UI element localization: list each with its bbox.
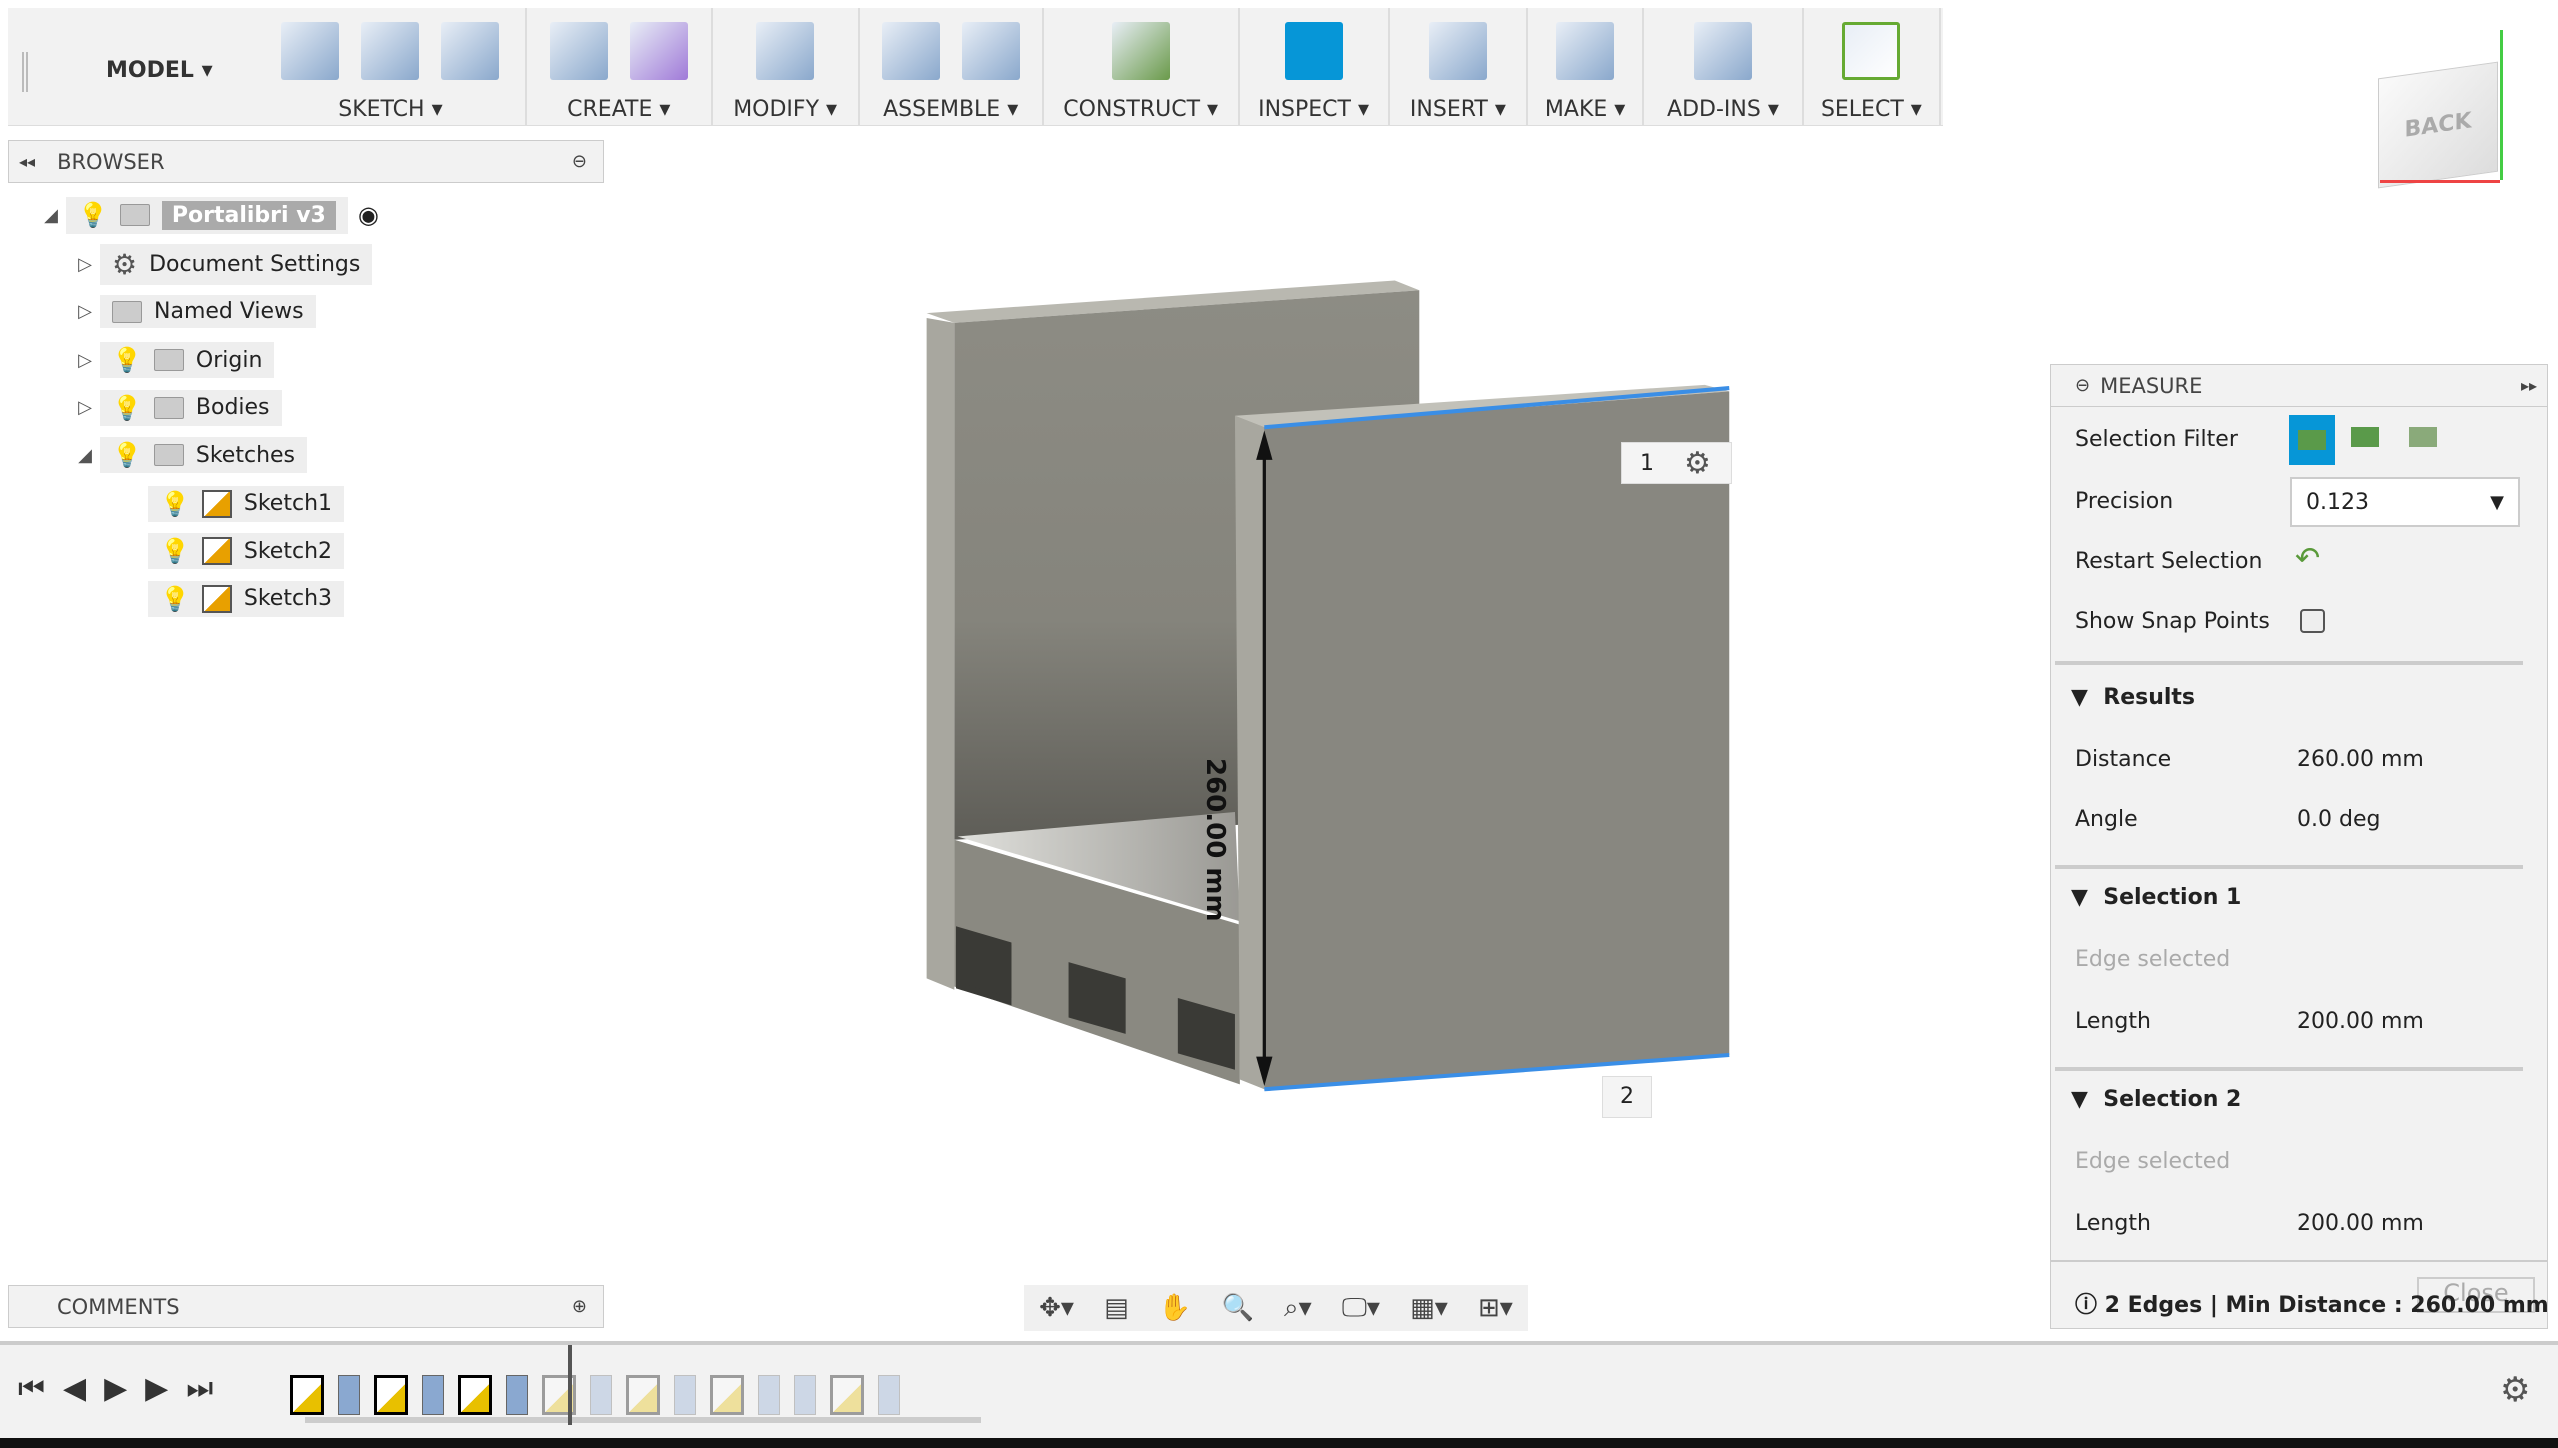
timeline-extrude-icon[interactable] <box>338 1375 360 1415</box>
timeline-extrude-icon[interactable] <box>422 1375 444 1415</box>
comments-panel: COMMENTS ⊕ <box>8 1285 604 1328</box>
timeline-sketch-icon[interactable] <box>710 1375 744 1415</box>
timeline-sketch-icon[interactable] <box>290 1375 324 1415</box>
edge-filter-icon <box>2298 430 2326 450</box>
distance-label: Distance <box>2075 747 2172 772</box>
last-icon[interactable]: ⏭ <box>186 1371 231 1406</box>
grid-icon[interactable]: ▦▾ <box>1410 1293 1448 1323</box>
selection-2-tag: 2 <box>1602 1076 1652 1118</box>
viewcube[interactable]: BACK <box>2378 61 2498 189</box>
3d-model[interactable] <box>926 280 1730 1092</box>
look-at-icon[interactable]: ▤ <box>1104 1293 1129 1323</box>
display-settings-icon[interactable]: 🖵▾ <box>1342 1293 1380 1324</box>
status-text: ⓘ 2 Edges | Min Distance : 260.00 mm <box>2075 1293 2549 1318</box>
timeline-sketch-icon[interactable] <box>458 1375 492 1415</box>
pan-icon[interactable]: ✋ <box>1159 1293 1191 1323</box>
viewports-icon[interactable]: ⊞▾ <box>1478 1293 1513 1323</box>
selection-1-length: 200.00 mm <box>2297 1009 2424 1034</box>
snap-points-checkbox[interactable] <box>2300 609 2325 633</box>
restart-icon[interactable]: ↶ <box>2295 541 2320 576</box>
previous-icon[interactable]: ◀ <box>63 1371 104 1406</box>
precision-dropdown[interactable]: 0.123 ▼ <box>2290 477 2520 527</box>
info-icon: ⓘ <box>2075 1293 2105 1318</box>
dimension-label: 260.00 mm <box>1200 758 1230 922</box>
selection-2-length: 200.00 mm <box>2297 1211 2424 1236</box>
next-icon[interactable]: ▶ <box>145 1371 186 1406</box>
play-icon[interactable]: ▶ <box>104 1371 145 1406</box>
timeline-extrude-icon[interactable] <box>590 1375 612 1415</box>
length-label: Length <box>2075 1211 2151 1236</box>
restart-selection-label: Restart Selection <box>2075 549 2263 574</box>
timeline-marker[interactable] <box>568 1345 572 1425</box>
timeline-sketch-icon[interactable] <box>830 1375 864 1415</box>
angle-value: 0.0 deg <box>2297 807 2381 832</box>
timeline-extrude-icon[interactable] <box>758 1375 780 1415</box>
timeline: ⏮◀▶▶⏭ <box>0 1341 2558 1438</box>
add-comment-icon[interactable]: ⊕ <box>572 1296 587 1317</box>
timeline-extrude-icon[interactable] <box>674 1375 696 1415</box>
selection-1-type: Edge selected <box>2075 947 2231 972</box>
selection-2-section[interactable]: ▼ Selection 2 <box>2071 1087 2241 1112</box>
measure-header: ⊖ MEASURE ▸▸ <box>2051 365 2547 407</box>
orbit-icon[interactable]: ✥▾ <box>1039 1293 1074 1323</box>
chevron-down-icon: ▼ <box>2490 491 2504 513</box>
selection-2-type: Edge selected <box>2075 1149 2231 1174</box>
zoom-icon[interactable]: 🔍 <box>1221 1293 1253 1323</box>
selection-filter-label: Selection Filter <box>2075 427 2238 452</box>
length-label: Length <box>2075 1009 2151 1034</box>
fit-icon[interactable]: ⌕▾ <box>1284 1293 1312 1324</box>
timeline-extrude-icon[interactable] <box>506 1375 528 1415</box>
filter-edge-button[interactable] <box>2289 415 2335 465</box>
expand-icon[interactable]: ▸▸ <box>2521 376 2537 395</box>
results-section[interactable]: ▼ Results <box>2071 685 2195 710</box>
angle-label: Angle <box>2075 807 2138 832</box>
precision-label: Precision <box>2075 489 2174 514</box>
selection-1-tag[interactable]: 1 ⚙ <box>1621 442 1732 484</box>
gear-icon[interactable]: ⚙ <box>1684 446 1711 481</box>
timeline-extrude-icon[interactable] <box>878 1375 900 1415</box>
navigation-bar: ✥▾ ▤ ✋ 🔍 ⌕▾ 🖵▾ ▦▾ ⊞▾ <box>1024 1285 1528 1331</box>
timeline-settings-icon[interactable]: ⚙ <box>2500 1370 2530 1410</box>
measure-panel: ⊖ MEASURE ▸▸ Selection Filter Precision … <box>2050 364 2549 1329</box>
filter-body-button[interactable] <box>2409 427 2437 447</box>
filter-face-button[interactable] <box>2351 427 2379 447</box>
timeline-sketch-icon[interactable] <box>374 1375 408 1415</box>
selection-1-section[interactable]: ▼ Selection 1 <box>2071 885 2241 910</box>
timeline-extrude-icon[interactable] <box>794 1375 816 1415</box>
distance-value: 260.00 mm <box>2297 747 2424 772</box>
timeline-sketch-icon[interactable] <box>626 1375 660 1415</box>
first-icon[interactable]: ⏮ <box>18 1371 63 1406</box>
snap-points-label: Show Snap Points <box>2075 609 2270 634</box>
playback-controls: ⏮◀▶▶⏭ <box>18 1371 231 1406</box>
timeline-track <box>305 1417 981 1423</box>
x-axis-icon <box>2380 180 2500 183</box>
y-axis-icon <box>2500 30 2503 180</box>
minimize-icon[interactable]: ⊖ <box>2075 375 2090 396</box>
